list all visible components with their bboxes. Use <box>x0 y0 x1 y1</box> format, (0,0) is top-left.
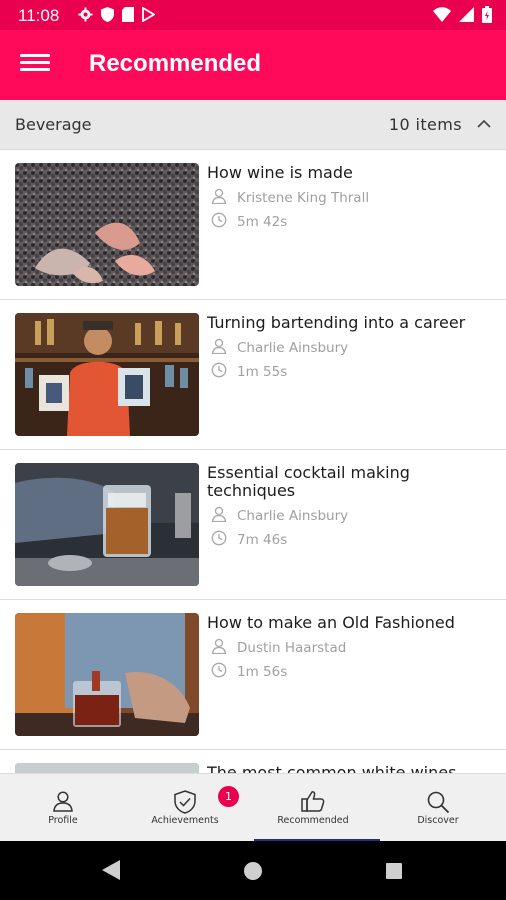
video-thumbnail <box>15 613 199 736</box>
video-duration-row: 5m 42s <box>211 212 287 232</box>
clock-icon <box>211 212 237 232</box>
sd-card-icon <box>122 7 134 22</box>
video-card[interactable]: The most common white wines <box>0 750 506 773</box>
status-time: 11:08 <box>18 6 60 25</box>
video-duration: 1m 56s <box>237 664 288 680</box>
person-icon <box>211 506 237 526</box>
hamburger-menu-icon[interactable] <box>20 51 50 79</box>
video-author-row: Charlie Ainsbury <box>211 506 348 526</box>
section-item-count: 10 items <box>388 115 462 134</box>
person-icon <box>211 188 237 208</box>
back-icon[interactable] <box>100 859 122 885</box>
clock-icon <box>211 362 237 382</box>
status-bar: 11:08 <box>0 0 506 30</box>
video-duration-row: 7m 46s <box>211 530 287 550</box>
video-list: How wine is made Kristene King Thrall 5m… <box>0 150 506 773</box>
app-bar: Recommended <box>0 30 506 100</box>
clock-icon <box>211 530 237 550</box>
video-thumbnail <box>15 463 199 586</box>
video-card[interactable]: How wine is made Kristene King Thrall 5m… <box>0 150 506 300</box>
clock-icon <box>211 662 237 682</box>
notification-badge: 1 <box>218 786 239 807</box>
section-title: Beverage <box>15 115 92 134</box>
search-icon <box>426 790 450 818</box>
chevron-up-icon[interactable] <box>472 112 496 136</box>
nav-item-achievements[interactable]: Achievements <box>122 774 248 842</box>
video-duration: 5m 42s <box>237 214 288 230</box>
nav-label-profile: Profile <box>48 815 78 826</box>
home-icon[interactable] <box>243 861 263 885</box>
video-author-row: Charlie Ainsbury <box>211 338 348 358</box>
bottom-navigation: Profile Achievements 1 Recommended Disco… <box>0 773 506 842</box>
video-title: How to make an Old Fashioned <box>207 613 455 632</box>
person-icon <box>211 638 237 658</box>
nav-item-recommended[interactable]: Recommended <box>250 774 376 842</box>
nav-item-profile[interactable]: Profile <box>0 774 126 842</box>
video-card[interactable]: Turning bartending into a career Charlie… <box>0 300 506 450</box>
shield-icon <box>101 7 114 22</box>
play-store-icon <box>142 7 155 22</box>
battery-icon <box>482 6 492 23</box>
wifi-icon <box>433 7 451 22</box>
video-title: Essential cocktail making techniques <box>207 463 410 500</box>
video-thumbnail <box>15 313 199 436</box>
video-thumbnail <box>15 163 199 286</box>
video-duration: 7m 46s <box>237 532 288 548</box>
video-author-row: Dustin Haarstad <box>211 638 346 658</box>
video-duration: 1m 55s <box>237 364 288 380</box>
video-author-row: Kristene King Thrall <box>211 188 369 208</box>
nav-label-discover: Discover <box>417 815 459 826</box>
video-author: Charlie Ainsbury <box>237 340 349 356</box>
person-icon <box>52 790 74 816</box>
nav-label-achievements: Achievements <box>151 815 219 826</box>
video-title: Turning bartending into a career <box>207 313 466 332</box>
video-title: How wine is made <box>207 163 353 182</box>
video-author: Dustin Haarstad <box>237 640 347 656</box>
page-title: Recommended <box>89 50 262 77</box>
thumbs-up-icon <box>301 790 325 816</box>
video-card[interactable]: Essential cocktail making techniques Cha… <box>0 450 506 600</box>
system-navigation-bar <box>0 841 506 900</box>
gear-icon <box>78 7 93 22</box>
signal-icon <box>459 7 474 22</box>
video-duration-row: 1m 56s <box>211 662 287 682</box>
video-card[interactable]: How to make an Old Fashioned Dustin Haar… <box>0 600 506 750</box>
video-title: The most common white wines <box>207 763 457 774</box>
nav-label-recommended: Recommended <box>277 815 349 826</box>
video-duration-row: 1m 55s <box>211 362 287 382</box>
recents-icon[interactable] <box>385 862 403 884</box>
video-author: Kristene King Thrall <box>237 190 370 206</box>
section-header-beverage[interactable]: Beverage 10 items <box>0 100 506 150</box>
person-icon <box>211 338 237 358</box>
nav-item-discover[interactable]: Discover <box>375 774 501 842</box>
video-author: Charlie Ainsbury <box>237 508 349 524</box>
video-thumbnail <box>15 763 199 773</box>
shield-check-icon <box>174 790 196 818</box>
